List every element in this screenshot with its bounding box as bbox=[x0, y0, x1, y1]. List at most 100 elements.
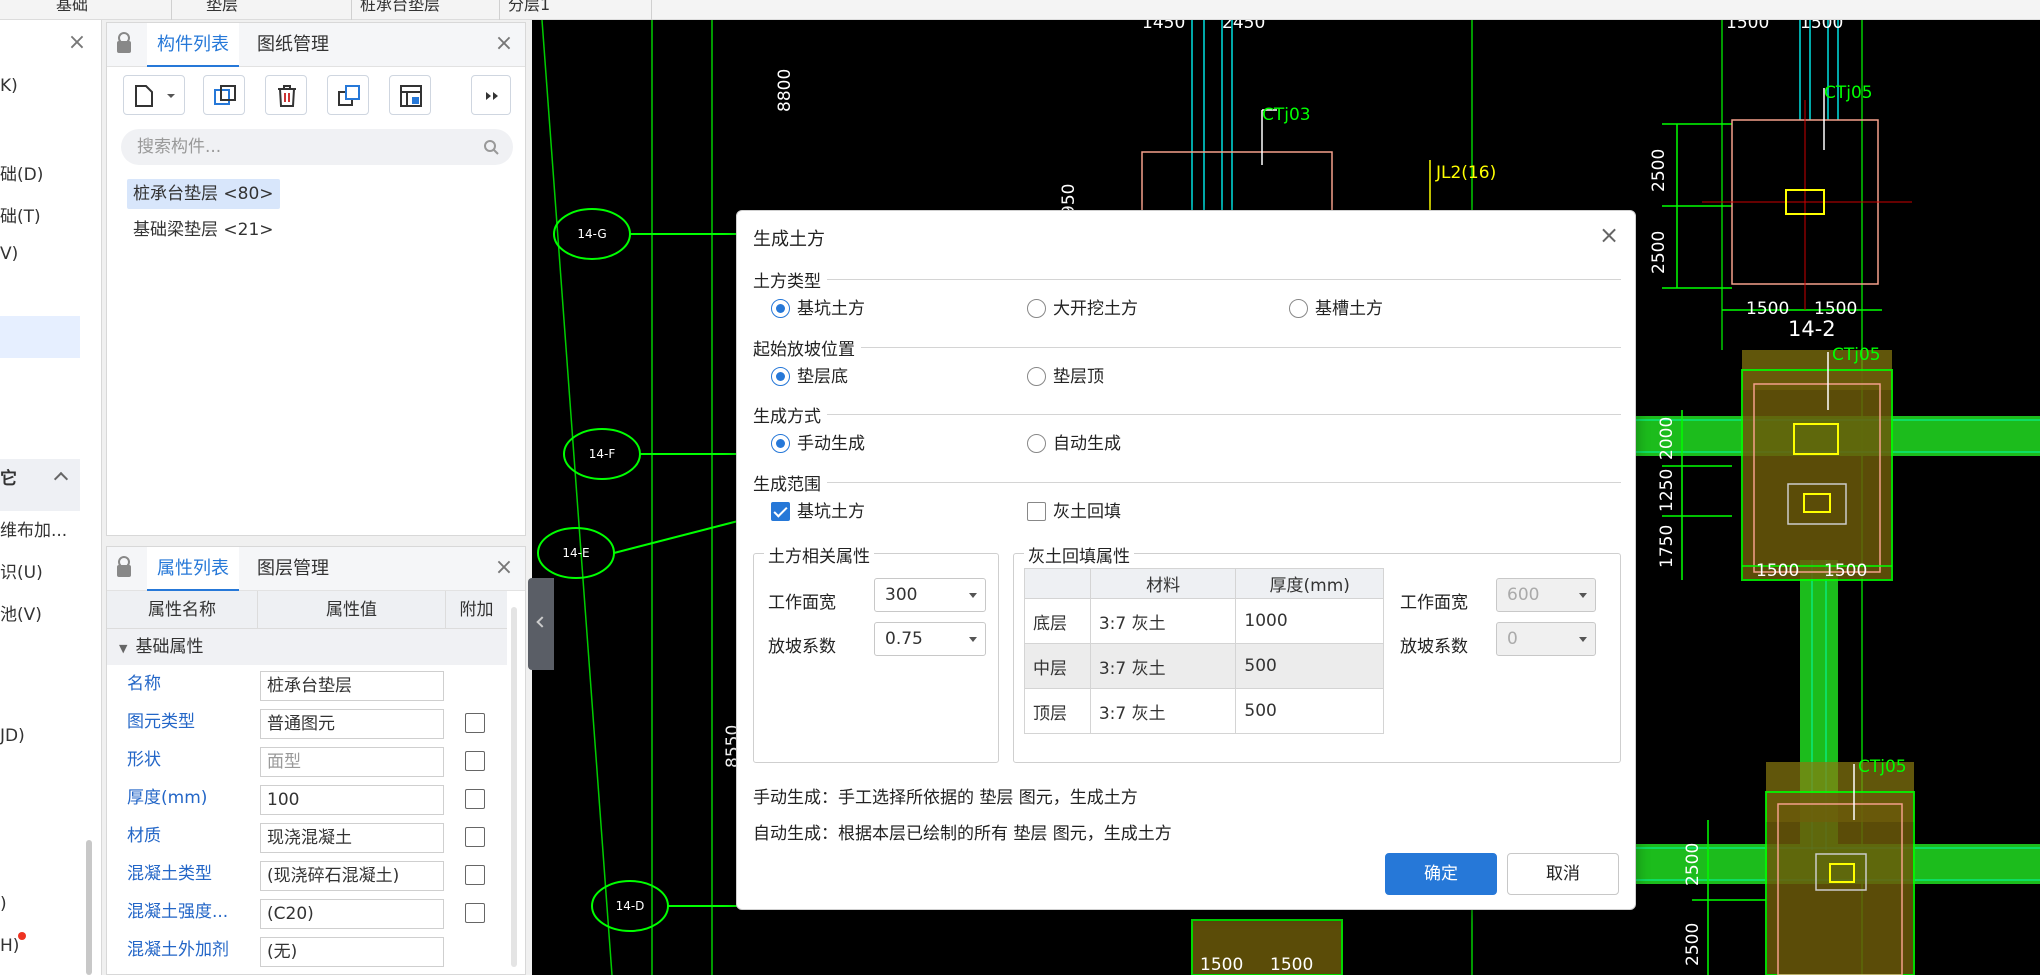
radio-button[interactable] bbox=[1289, 299, 1308, 318]
close-icon[interactable]: × bbox=[1597, 223, 1621, 247]
new-component-button[interactable] bbox=[123, 75, 185, 115]
table-row[interactable]: 顶层 3:7 灰土 500 bbox=[1024, 688, 1384, 734]
group-title: 灰土回填属性 bbox=[1024, 542, 1134, 567]
floor-type-select[interactable]: 基础 bbox=[48, 0, 172, 20]
nav-item[interactable]: ) bbox=[0, 894, 7, 914]
section-label-method: 生成方式 bbox=[753, 402, 827, 427]
nav-item[interactable]: JD) bbox=[0, 726, 25, 746]
layer-copy-icon[interactable] bbox=[389, 75, 431, 115]
nav-selected-item[interactable] bbox=[0, 316, 80, 358]
property-row: 混凝土类型 (现浇碎石混凝土) bbox=[107, 855, 507, 893]
nav-item[interactable]: 础(T) bbox=[0, 202, 41, 227]
top-toolbar-strip: 基础 垫层 桩承台垫层 分层1 bbox=[0, 0, 2040, 20]
more-icon[interactable] bbox=[471, 75, 511, 115]
table-row[interactable]: 底层 3:7 灰土 1000 bbox=[1024, 598, 1384, 644]
property-value[interactable]: (无) bbox=[260, 937, 444, 967]
property-value[interactable]: (C20) bbox=[260, 899, 444, 929]
property-group-basic[interactable]: ▼ 基础属性 bbox=[107, 629, 507, 665]
property-value[interactable]: 100 bbox=[260, 785, 444, 815]
property-attach-checkbox[interactable] bbox=[465, 903, 485, 923]
property-row: 厚度(mm) 100 bbox=[107, 779, 507, 817]
scrollbar[interactable] bbox=[511, 607, 517, 967]
cad-dimension: 2450 bbox=[1222, 20, 1265, 33]
ok-button[interactable]: 确定 bbox=[1385, 853, 1497, 895]
lock-icon[interactable] bbox=[117, 31, 131, 57]
nav-item[interactable]: V) bbox=[0, 244, 18, 264]
property-attach-checkbox[interactable] bbox=[465, 865, 485, 885]
duplicate-icon[interactable] bbox=[327, 75, 369, 115]
layer-thickness[interactable]: 500 bbox=[1235, 688, 1384, 734]
cad-dimension: 1500 bbox=[1800, 20, 1843, 33]
scrollbar[interactable] bbox=[86, 840, 92, 975]
property-value[interactable]: 普通图元 bbox=[260, 709, 444, 739]
property-value[interactable]: 面型 bbox=[260, 747, 444, 777]
radio-button[interactable] bbox=[1027, 367, 1046, 386]
property-panel: 属性列表 图层管理 × 属性名称 属性值 附加 ▼ 基础属性 名称 桩承台垫层 图… bbox=[106, 546, 526, 975]
property-attach-checkbox[interactable] bbox=[465, 827, 485, 847]
auto-generate-note: 自动生成：根据本层已绘制的所有 垫层 图元，生成土方 bbox=[753, 824, 1172, 844]
nav-item[interactable]: K) bbox=[0, 76, 18, 96]
select-value: 0 bbox=[1507, 629, 1518, 649]
property-attach-checkbox[interactable] bbox=[465, 789, 485, 809]
nav-item[interactable]: H) bbox=[0, 936, 19, 956]
layer-thickness[interactable]: 500 bbox=[1235, 643, 1384, 689]
component-select[interactable]: 桩承台垫层 bbox=[352, 0, 500, 20]
layer-material[interactable]: 3:7 灰土 bbox=[1089, 688, 1237, 734]
slope-coefficient-select[interactable]: 0.75 bbox=[874, 622, 986, 656]
layer-material[interactable]: 3:7 灰土 bbox=[1089, 643, 1237, 689]
field-label: 放坡系数 bbox=[768, 637, 836, 657]
close-icon[interactable]: × bbox=[493, 33, 515, 55]
radio-label: 手动生成 bbox=[797, 434, 865, 454]
nav-item[interactable]: 池(V) bbox=[0, 600, 42, 625]
radio-label: 大开挖土方 bbox=[1053, 299, 1138, 319]
property-value[interactable]: 现浇混凝土 bbox=[260, 823, 444, 853]
checkbox[interactable] bbox=[771, 502, 790, 521]
cad-label: CTj05 bbox=[1858, 757, 1907, 777]
property-value[interactable]: 桩承台垫层 bbox=[260, 671, 444, 701]
tab-layer-management[interactable]: 图层管理 bbox=[247, 547, 339, 591]
nav-item[interactable]: 础(D) bbox=[0, 160, 43, 185]
work-width-select[interactable]: 300 bbox=[874, 578, 986, 612]
tab-drawing-management[interactable]: 图纸管理 bbox=[247, 23, 339, 67]
property-name: 混凝土强度... bbox=[127, 902, 229, 922]
radio-button[interactable] bbox=[771, 367, 790, 386]
radio-button[interactable] bbox=[1027, 434, 1046, 453]
radio-button[interactable] bbox=[771, 299, 790, 318]
nav-item[interactable]: 识(U) bbox=[0, 558, 43, 583]
cancel-button[interactable]: 取消 bbox=[1507, 853, 1619, 895]
layer-thickness[interactable]: 1000 bbox=[1235, 598, 1384, 644]
tab-component-list[interactable]: 构件列表 bbox=[147, 23, 239, 67]
search-input[interactable] bbox=[137, 129, 467, 165]
divider bbox=[753, 482, 1621, 483]
search-icon[interactable] bbox=[483, 139, 499, 155]
property-attach-checkbox[interactable] bbox=[465, 713, 485, 733]
radio-button[interactable] bbox=[1027, 299, 1046, 318]
red-dot-badge bbox=[18, 932, 26, 940]
layer-material[interactable]: 3:7 灰土 bbox=[1089, 598, 1237, 644]
divider bbox=[753, 279, 1621, 280]
backfill-layer-table: 材料 厚度(mm) 底层 3:7 灰土 1000 中层 3:7 灰土 500 顶… bbox=[1024, 568, 1384, 734]
component-item-beam-cushion[interactable]: 基础梁垫层 <21> bbox=[127, 215, 280, 245]
cad-axis-label: 14-D bbox=[616, 899, 645, 913]
property-row: 材质 现浇混凝土 bbox=[107, 817, 507, 855]
copy-button[interactable] bbox=[203, 75, 245, 115]
tab-property-list[interactable]: 属性列表 bbox=[147, 547, 239, 591]
delete-icon[interactable] bbox=[265, 75, 307, 115]
collapse-panel-button[interactable] bbox=[528, 578, 554, 670]
nav-item[interactable]: 维布加... bbox=[0, 516, 67, 541]
close-icon[interactable]: × bbox=[493, 557, 515, 579]
layer-select[interactable]: 分层1 bbox=[500, 0, 652, 20]
nav-group-label[interactable]: 它 bbox=[0, 464, 17, 489]
lock-icon[interactable] bbox=[117, 555, 131, 581]
table-row[interactable]: 中层 3:7 灰土 500 bbox=[1024, 643, 1384, 689]
property-name: 混凝土外加剂 bbox=[127, 940, 229, 960]
property-name: 形状 bbox=[127, 750, 161, 770]
checkbox[interactable] bbox=[1027, 502, 1046, 521]
close-icon[interactable]: × bbox=[66, 32, 88, 54]
property-name: 材质 bbox=[127, 826, 161, 846]
property-value[interactable]: (现浇碎石混凝土) bbox=[260, 861, 444, 891]
component-item-pile-cap-cushion[interactable]: 桩承台垫层 <80> bbox=[127, 179, 280, 209]
property-attach-checkbox[interactable] bbox=[465, 751, 485, 771]
radio-button[interactable] bbox=[771, 434, 790, 453]
component-type-select[interactable]: 垫层 bbox=[198, 0, 352, 20]
